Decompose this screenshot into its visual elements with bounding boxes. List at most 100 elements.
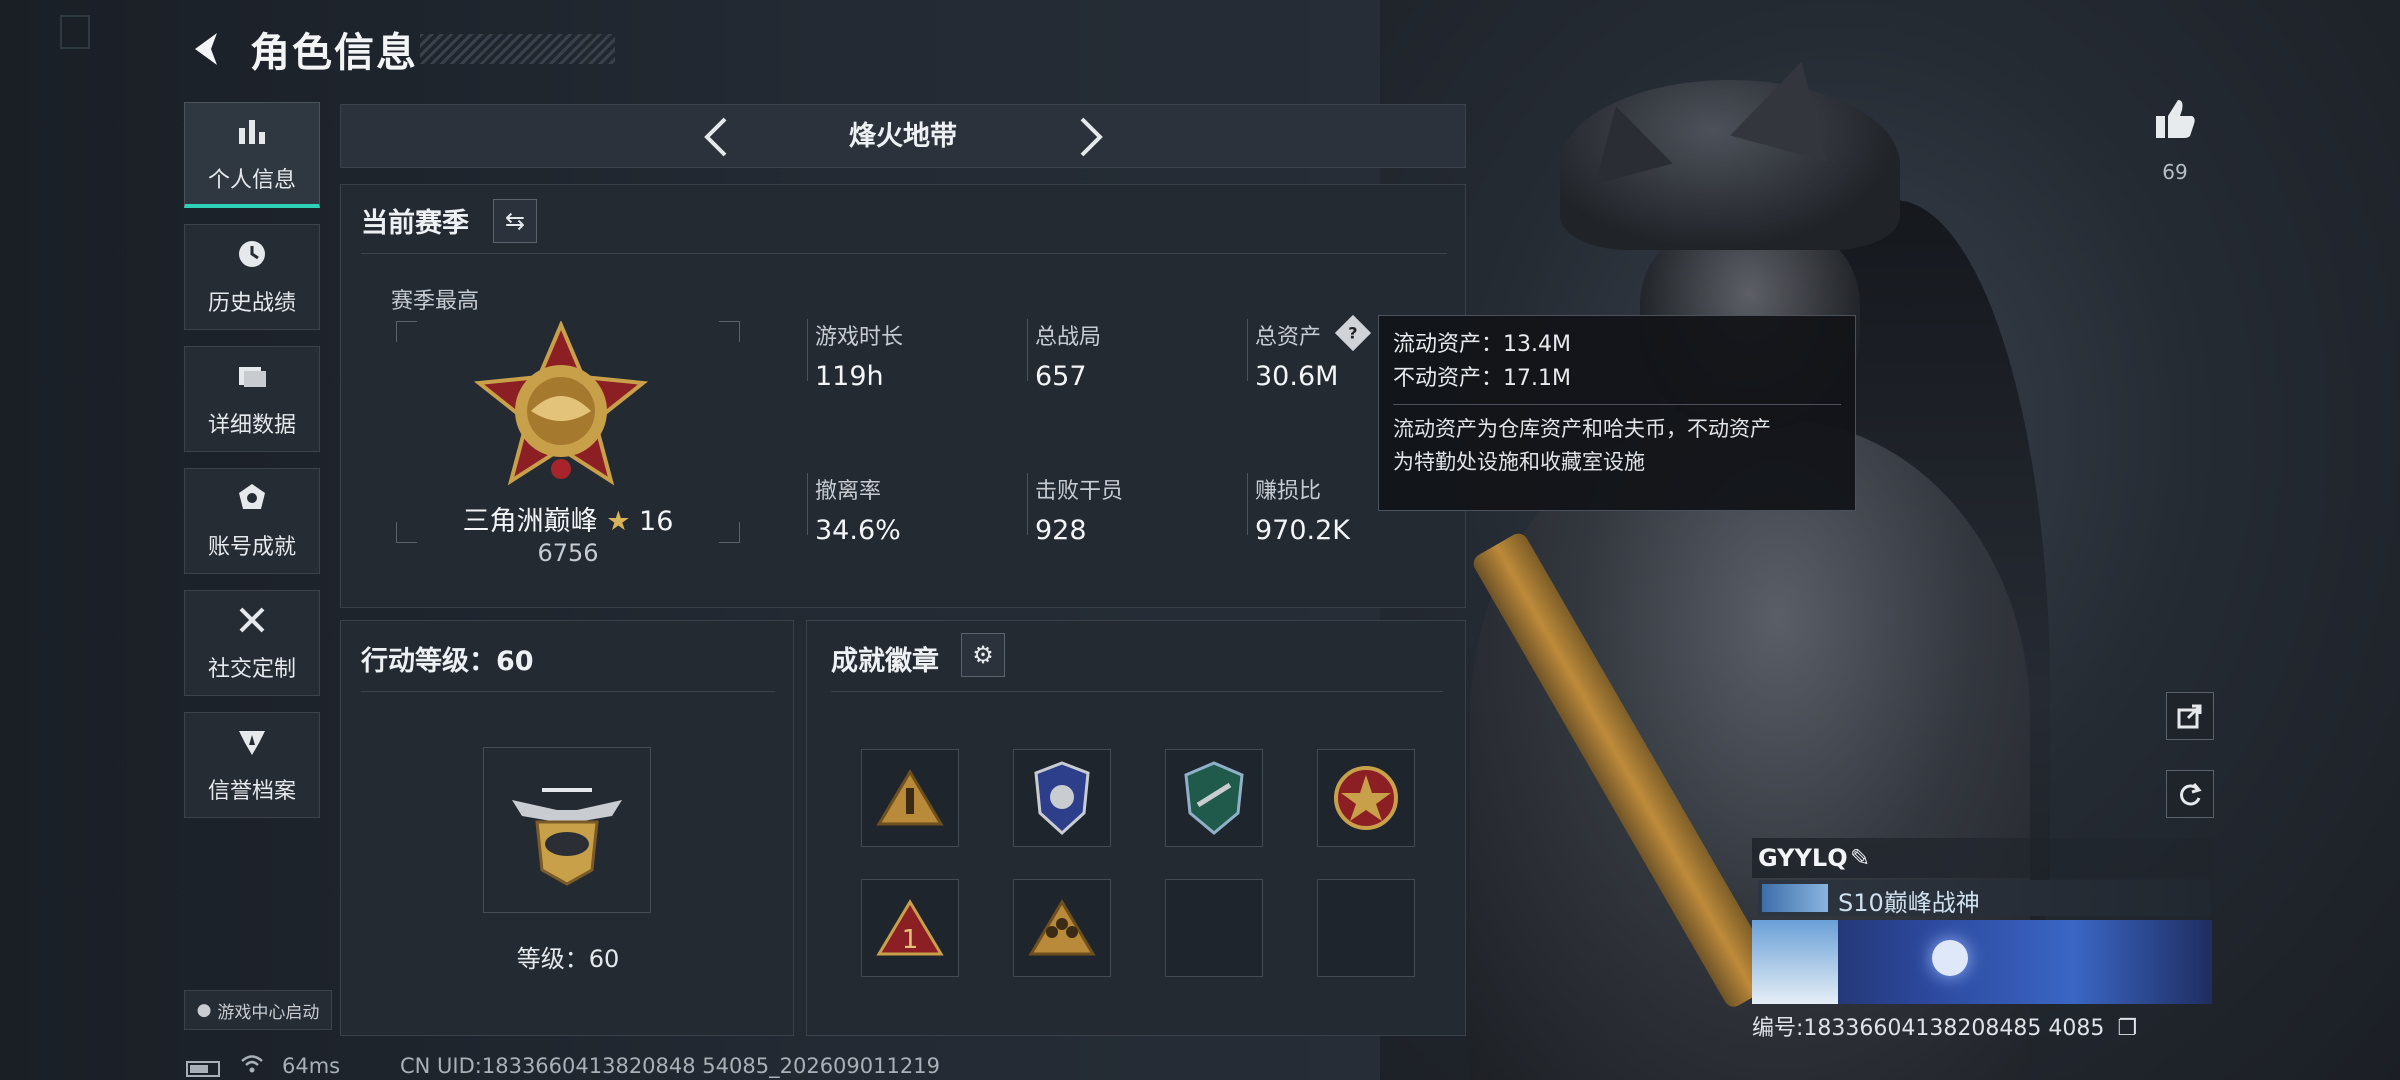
refresh-icon (2180, 783, 2202, 806)
title-decoration (420, 34, 615, 64)
wifi-icon (240, 1054, 264, 1079)
like-button[interactable] (2150, 96, 2200, 146)
bar-chart-icon (235, 114, 269, 158)
badge-slot-1[interactable] (861, 749, 959, 847)
tooltip-liquid-assets: 流动资产：13.4M (1393, 332, 1571, 357)
badges-settings-button[interactable]: ⚙ (961, 633, 1005, 677)
pencil-icon: ✎ (1850, 844, 1871, 872)
stat-label-extract-rate: 撤离率 (815, 479, 882, 504)
battery-icon (186, 1061, 220, 1077)
nav-item-achievements[interactable]: 账号成就 (184, 468, 320, 574)
badge-star-icon (1334, 766, 1398, 830)
badge-slot-3[interactable] (1165, 749, 1263, 847)
star-icon: ★ (606, 506, 631, 537)
prev-mode-button[interactable] (686, 105, 746, 169)
helicopter-emblem-icon (512, 788, 622, 886)
badge-slot-5[interactable]: 1 (861, 879, 959, 977)
corner-decoration (60, 15, 90, 49)
rank-stars: 16 (639, 506, 674, 537)
tooltip-desc-line1: 流动资产为仓库资产和哈夫币，不动资产 (1393, 417, 1771, 441)
back-button[interactable] (182, 24, 232, 74)
achievement-badges-panel: 成就徽章 ⚙ 1 (806, 620, 1466, 1036)
player-name: GYYLQ (1758, 844, 1848, 872)
question-icon: ? (1348, 323, 1358, 343)
edit-name-button[interactable]: ✎ (1850, 844, 1870, 872)
assets-tooltip: 流动资产：13.4M 不动资产：17.1M 流动资产为仓库资产和哈夫币，不动资产… (1378, 315, 1856, 511)
mode-title: 烽火地带 (849, 121, 957, 152)
chevron-left-icon (704, 117, 727, 157)
action-level-title: 行动等级：60 (361, 646, 534, 677)
ping-text: 64ms (282, 1054, 341, 1078)
player-uid-text: 编号:18336604138208485 4085 (1752, 1016, 2105, 1041)
season-panel: 当前赛季 ⇆ 赛季最高 三角洲巅峰 ★ 16 6756 游戏时长 119h 总战… (340, 184, 1466, 608)
stat-label-kills: 击败干员 (1035, 479, 1124, 504)
stat-label-profit-ratio: 赚损比 (1255, 479, 1322, 504)
badges-title: 成就徽章 (831, 646, 939, 677)
nav-label: 历史战绩 (207, 291, 296, 316)
nav-label: 信誉档案 (207, 779, 296, 804)
badges-divider (831, 691, 1443, 692)
stat-value-profit-ratio: 970.2K (1255, 515, 1351, 546)
player-title: S10巅峰战神 (1838, 889, 1980, 917)
stat-label-total-matches: 总战局 (1035, 325, 1102, 350)
tools-icon (235, 603, 269, 647)
season-title: 当前赛季 (361, 208, 469, 239)
avatar (1752, 920, 1838, 1004)
stat-label-playtime: 游戏时长 (815, 325, 904, 350)
nav-label: 账号成就 (207, 535, 296, 560)
badge-slot-8-empty[interactable] (1317, 879, 1415, 977)
game-center-button[interactable]: ● 游戏中心启动 (184, 990, 332, 1030)
player-banner[interactable] (1752, 920, 2212, 1004)
title-badge-icon (1762, 884, 1828, 912)
game-center-label: 游戏中心启动 (217, 1002, 320, 1023)
action-level-emblem-frame (483, 747, 651, 913)
badge-triangle-icon (876, 769, 944, 826)
tooltip-desc-line2: 为特勤处设施和收藏室设施 (1393, 450, 1645, 474)
reputation-icon (235, 725, 269, 769)
uid-text: CN UID:1833660413820848 54085_2026090112… (400, 1054, 940, 1078)
rank-name: 三角洲巅峰 (462, 506, 598, 537)
nav-label: 社交定制 (207, 657, 296, 682)
badge-slot-2[interactable] (1013, 749, 1111, 847)
stat-value-extract-rate: 34.6% (815, 515, 901, 546)
next-mode-button[interactable] (1061, 105, 1121, 169)
badge-slot-6[interactable] (1013, 879, 1111, 977)
like-count: 69 (2162, 160, 2188, 184)
badge-slot-4[interactable] (1317, 749, 1415, 847)
nav-label: 详细数据 (207, 413, 296, 438)
badge-shield-icon (1184, 761, 1244, 835)
refresh-button[interactable] (2166, 770, 2214, 818)
season-best-label: 赛季最高 (391, 289, 480, 314)
mode-tab-bar: 烽火地带 (340, 104, 1466, 168)
nav-item-detail-data[interactable]: 详细数据 (184, 346, 320, 452)
nav-label: 个人信息 (207, 167, 296, 193)
clock-icon (235, 237, 269, 281)
page-title: 角色信息 (250, 30, 418, 76)
action-level-panel: 行动等级：60 等级：60 (340, 620, 794, 1036)
nav-item-social[interactable]: 社交定制 (184, 590, 320, 696)
assets-help-button[interactable]: ? (1334, 314, 1372, 352)
badge-police-icon (1034, 761, 1090, 835)
stat-value-total-matches: 657 (1035, 361, 1087, 392)
nav-item-history[interactable]: 历史战绩 (184, 224, 320, 330)
nav-item-reputation[interactable]: 信誉档案 (184, 712, 320, 818)
achievement-icon (235, 481, 269, 525)
player-uid: 编号:18336604138208485 4085 ❐ (1752, 1010, 2137, 1042)
share-icon (2177, 704, 2202, 729)
stat-value-kills: 928 (1035, 515, 1087, 546)
nav-item-personal-info[interactable]: 个人信息 (184, 102, 320, 208)
season-switch-button[interactable]: ⇆ (493, 199, 537, 243)
stat-label-total-assets: 总资产 (1255, 325, 1322, 350)
rank-name-row: 三角洲巅峰 ★ 16 (391, 499, 745, 538)
copy-icon[interactable]: ❐ (2117, 1016, 2137, 1041)
back-arrow-icon (195, 33, 217, 65)
stat-value-total-assets: 30.6M (1255, 361, 1339, 392)
moon-icon (1932, 940, 1968, 976)
badge-slot-7-empty[interactable] (1165, 879, 1263, 977)
svg-text:1: 1 (902, 925, 919, 955)
folder-icon (235, 359, 269, 403)
stat-value-playtime: 119h (815, 361, 884, 392)
chevron-right-icon (1080, 117, 1103, 157)
share-button[interactable] (2166, 692, 2214, 740)
badge-team-icon (1028, 899, 1096, 956)
